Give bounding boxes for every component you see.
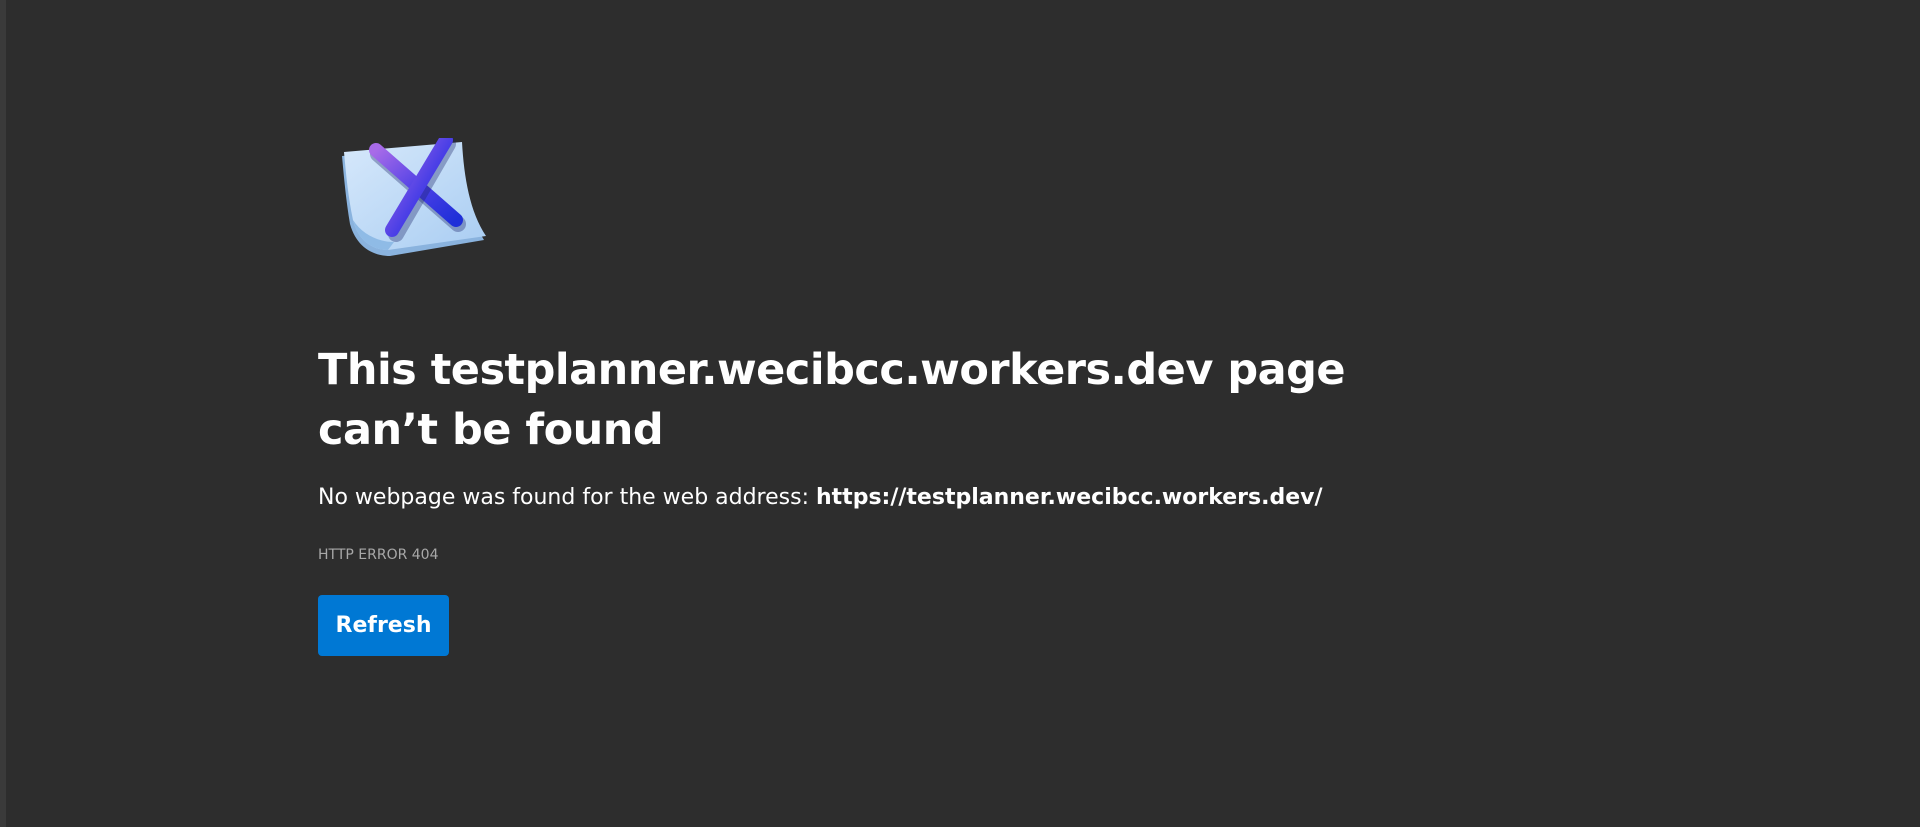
error-url: https://testplanner.wecibcc.workers.dev/: [816, 485, 1323, 510]
refresh-button[interactable]: Refresh: [318, 595, 449, 656]
window-left-edge: [0, 0, 6, 827]
document-x-error-icon: [342, 138, 486, 256]
http-error-code: HTTP ERROR 404: [318, 547, 439, 563]
error-message: No webpage was found for the web address…: [318, 482, 1418, 514]
error-message-text: No webpage was found for the web address…: [318, 485, 816, 510]
page-title: This testplanner.wecibcc.workers.dev pag…: [318, 345, 1346, 455]
